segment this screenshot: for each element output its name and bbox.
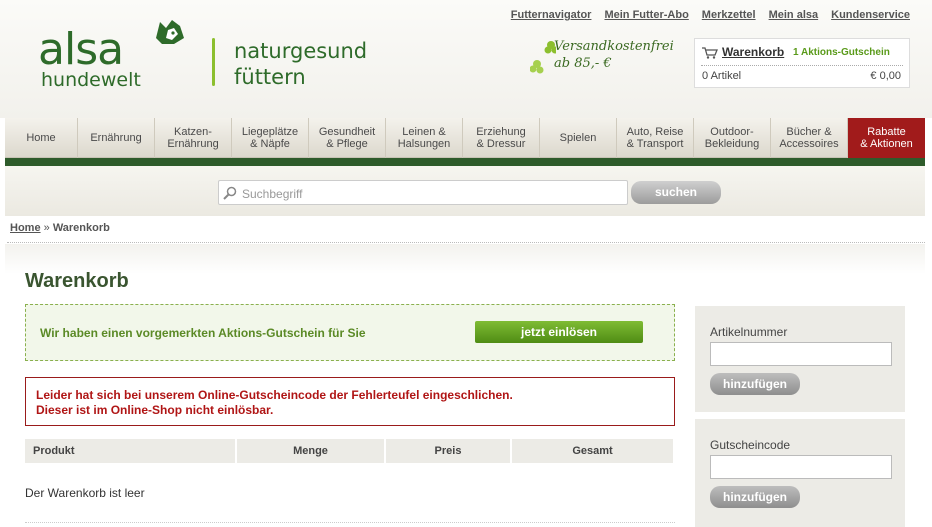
mini-cart-title[interactable]: Warenkorb <box>722 45 784 59</box>
nav-label: Home <box>26 132 56 144</box>
nav-item-outdoor[interactable]: Outdoor- Bekleidung <box>694 118 771 158</box>
breadcrumb-home[interactable]: Home <box>10 222 41 234</box>
column-header-price: Preis <box>386 439 510 463</box>
article-number-input[interactable] <box>710 342 892 366</box>
logo-brand: alsa <box>38 24 124 75</box>
nav-item-spielen[interactable]: Spielen <box>540 118 617 158</box>
cart-table-header: Produkt Menge Preis Gesamt <box>25 439 675 463</box>
content-top-shade <box>5 244 925 274</box>
article-number-box: Artikelnummer hinzufügen <box>695 306 905 412</box>
voucher-notice-text: Wir haben einen vorgemerkten Aktions-Gut… <box>40 326 366 340</box>
nav-item-rabatte[interactable]: Rabatte & Aktionen <box>848 118 925 158</box>
nav-label: & Pflege <box>326 138 368 150</box>
nav-label: Halsungen <box>397 138 451 150</box>
mini-cart-divider <box>701 65 903 66</box>
toplink-kundenservice[interactable]: Kundenservice <box>831 9 910 21</box>
redeem-voucher-button[interactable]: jetzt einlösen <box>475 321 643 343</box>
shipping-line: ab 85,- € <box>554 56 612 71</box>
column-header-total: Gesamt <box>512 439 673 463</box>
slogan: naturgesund füttern <box>234 38 367 90</box>
slogan-divider <box>212 38 215 86</box>
header: alsa hundewelt naturgesund füttern Futte… <box>0 0 932 118</box>
column-header-quantity: Menge <box>237 439 384 463</box>
nav-item-erziehung[interactable]: Erziehung & Dressur <box>463 118 540 158</box>
logo[interactable]: alsa hundewelt <box>38 14 188 94</box>
breadcrumb-separator: » <box>43 222 50 234</box>
nav-label: Bücher & <box>786 126 832 138</box>
search-button[interactable]: suchen <box>631 181 721 204</box>
nav-label: Rabatte <box>867 126 906 138</box>
nav-item-leinen[interactable]: Leinen & Halsungen <box>386 118 463 158</box>
breadcrumb-divider <box>7 242 925 243</box>
error-line: Dieser ist im Online-Shop nicht einlösba… <box>36 403 274 417</box>
nav-label: Outdoor- <box>710 126 754 138</box>
dog-head-icon <box>156 20 184 44</box>
nav-item-home[interactable]: Home <box>5 118 78 158</box>
search-placeholder: Suchbegriff <box>242 187 303 201</box>
logo-subtitle: hundewelt <box>41 69 141 91</box>
nav-item-liegeplaetze[interactable]: Liegeplätze & Näpfe <box>232 118 309 158</box>
nav-label: & Aktionen <box>860 138 913 150</box>
nav-label: Gesundheit <box>318 126 376 138</box>
shopping-cart-icon <box>702 47 718 59</box>
nav-label: & Dressur <box>476 138 526 150</box>
nav-label: Leinen & <box>402 126 446 138</box>
clover-icon <box>530 41 556 74</box>
page-title: Warenkorb <box>25 270 129 292</box>
search-icon <box>223 186 237 200</box>
mini-cart[interactable]: Warenkorb 1 Aktions-Gutschein 0 Artikel … <box>694 38 910 88</box>
nav-label: Ernährung <box>90 132 142 144</box>
nav-label: Bekleidung <box>704 138 760 150</box>
nav-accent-bar <box>5 158 925 166</box>
content-divider <box>25 522 675 523</box>
mini-cart-count: 0 Artikel <box>702 70 742 82</box>
toplink-futternavigator[interactable]: Futternavigator <box>511 9 592 21</box>
add-voucher-button[interactable]: hinzufügen <box>710 486 800 508</box>
empty-cart-message: Der Warenkorb ist leer <box>25 486 145 500</box>
add-article-button[interactable]: hinzufügen <box>710 373 800 395</box>
nav-label: Erziehung <box>476 126 526 138</box>
main-navigation: Home Ernährung Katzen- Ernährung Liegeplä… <box>5 118 925 158</box>
breadcrumb: Home » Warenkorb <box>10 222 110 234</box>
slogan-line: füttern <box>234 65 306 89</box>
nav-label: Spielen <box>559 132 597 144</box>
nav-item-ernaehrung[interactable]: Ernährung <box>78 118 155 158</box>
voucher-notice: Wir haben einen vorgemerkten Aktions-Gut… <box>25 304 675 361</box>
slogan-line: naturgesund <box>234 39 368 63</box>
toplink-merkzettel[interactable]: Merkzettel <box>702 9 756 21</box>
nav-label: & Näpfe <box>250 138 290 150</box>
nav-item-auto-reise[interactable]: Auto, Reise & Transport <box>617 118 694 158</box>
nav-item-buecher[interactable]: Bücher & Accessoires <box>771 118 848 158</box>
voucher-code-box: Gutscheincode hinzufügen <box>695 419 905 527</box>
nav-item-gesundheit[interactable]: Gesundheit & Pflege <box>309 118 386 158</box>
top-links: Futternavigator Mein Futter-Abo Merkzett… <box>511 9 910 21</box>
shipping-line: Versandkostenfrei <box>554 39 674 54</box>
breadcrumb-current: Warenkorb <box>52 222 110 234</box>
column-header-product: Produkt <box>25 439 235 463</box>
voucher-code-input[interactable] <box>710 455 892 479</box>
nav-item-katzen-ernaehrung[interactable]: Katzen- Ernährung <box>155 118 232 158</box>
article-number-label: Artikelnummer <box>710 325 788 339</box>
nav-label: & Transport <box>626 138 684 150</box>
toplink-futter-abo[interactable]: Mein Futter-Abo <box>604 9 688 21</box>
nav-label: Ernährung <box>167 138 219 150</box>
mini-cart-sum: € 0,00 <box>870 70 901 82</box>
nav-label: Liegeplätze <box>241 126 299 138</box>
nav-label: Accessoires <box>779 138 839 150</box>
mini-cart-voucher[interactable]: 1 Aktions-Gutschein <box>793 47 890 58</box>
voucher-code-label: Gutscheincode <box>710 438 791 452</box>
error-message: Leider hat sich bei unserem Online-Gutsc… <box>25 377 675 426</box>
toplink-mein-alsa[interactable]: Mein alsa <box>769 9 819 21</box>
nav-label: Katzen- <box>174 126 212 138</box>
nav-label: Auto, Reise <box>626 126 684 138</box>
search-input[interactable]: Suchbegriff <box>218 180 628 205</box>
free-shipping-badge: Versandkostenfrei ab 85,- € <box>530 39 680 90</box>
error-line: Leider hat sich bei unserem Online-Gutsc… <box>36 388 513 402</box>
